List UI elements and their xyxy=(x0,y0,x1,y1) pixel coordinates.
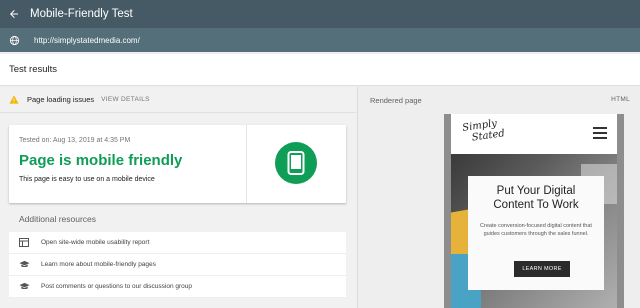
globe-icon xyxy=(0,28,28,52)
resource-item-learn-more[interactable]: Learn more about mobile-friendly pages xyxy=(9,254,346,276)
resources-list: Open site-wide mobile usability report L… xyxy=(9,232,346,298)
results-title: Test results xyxy=(9,64,58,75)
report-icon xyxy=(9,232,39,254)
results-header: Test results xyxy=(0,54,640,86)
rendered-page-tab[interactable]: Rendered page xyxy=(370,96,422,105)
html-tab[interactable]: HTML xyxy=(611,96,630,103)
hero-title-line-2: Content To Work xyxy=(493,199,579,211)
hero-card: Put Your Digital Content To Work Create … xyxy=(468,176,604,290)
rendered-screenshot: Simply Stated Put Your Digital Content T… xyxy=(444,114,624,308)
mobile-phone-icon xyxy=(275,142,317,184)
mobile-friendly-title: Page is mobile friendly xyxy=(19,152,183,169)
warning-icon xyxy=(9,95,19,105)
app-title: Mobile-Friendly Test xyxy=(30,8,133,20)
school-icon xyxy=(9,276,39,298)
hero-title-line-1: Put Your Digital xyxy=(496,185,576,197)
hero-banner: Put Your Digital Content To Work Create … xyxy=(451,154,617,308)
tested-on-timestamp: Tested on: Aug 13, 2019 at 4:35 PM xyxy=(19,137,131,144)
school-icon xyxy=(9,254,39,276)
learn-more-button[interactable]: LEARN MORE xyxy=(514,261,570,277)
site-header: Simply Stated xyxy=(451,114,617,154)
page-loading-issues-row: Page loading issues VIEW DETAILS xyxy=(0,87,356,113)
resource-label: Open site-wide mobile usability report xyxy=(41,239,150,246)
resource-label: Learn more about mobile-friendly pages xyxy=(41,261,156,268)
mobile-friendly-description: This page is easy to use on a mobile dev… xyxy=(19,176,155,183)
back-arrow-icon[interactable] xyxy=(0,0,28,28)
resource-item-discussion-group[interactable]: Post comments or questions to our discus… xyxy=(9,276,346,298)
hamburger-menu-icon[interactable] xyxy=(593,127,607,139)
result-summary: Tested on: Aug 13, 2019 at 4:35 PM Page … xyxy=(9,125,246,203)
url-text[interactable]: http://simplystatedmedia.com/ xyxy=(34,36,140,45)
resource-item-usability-report[interactable]: Open site-wide mobile usability report xyxy=(9,232,346,254)
card-divider xyxy=(246,125,247,203)
site-logo: Simply Stated xyxy=(462,117,506,145)
view-details-link[interactable]: VIEW DETAILS xyxy=(101,96,150,103)
url-bar[interactable]: http://simplystatedmedia.com/ xyxy=(0,28,640,52)
app-bar: Mobile-Friendly Test xyxy=(0,0,640,28)
issues-label: Page loading issues xyxy=(27,95,95,104)
additional-resources-title: Additional resources xyxy=(19,214,97,224)
rendered-page-pane: Rendered page HTML Simply Stated Put You… xyxy=(357,87,640,308)
hero-subtitle: Create conversion-focused digital conten… xyxy=(480,223,592,237)
resource-label: Post comments or questions to our discus… xyxy=(41,283,193,290)
hero-title: Put Your Digital Content To Work xyxy=(468,184,604,212)
rendered-screen: Simply Stated Put Your Digital Content T… xyxy=(451,114,617,308)
results-pane: Page loading issues VIEW DETAILS Tested … xyxy=(0,87,356,308)
result-card: Tested on: Aug 13, 2019 at 4:35 PM Page … xyxy=(9,125,346,203)
